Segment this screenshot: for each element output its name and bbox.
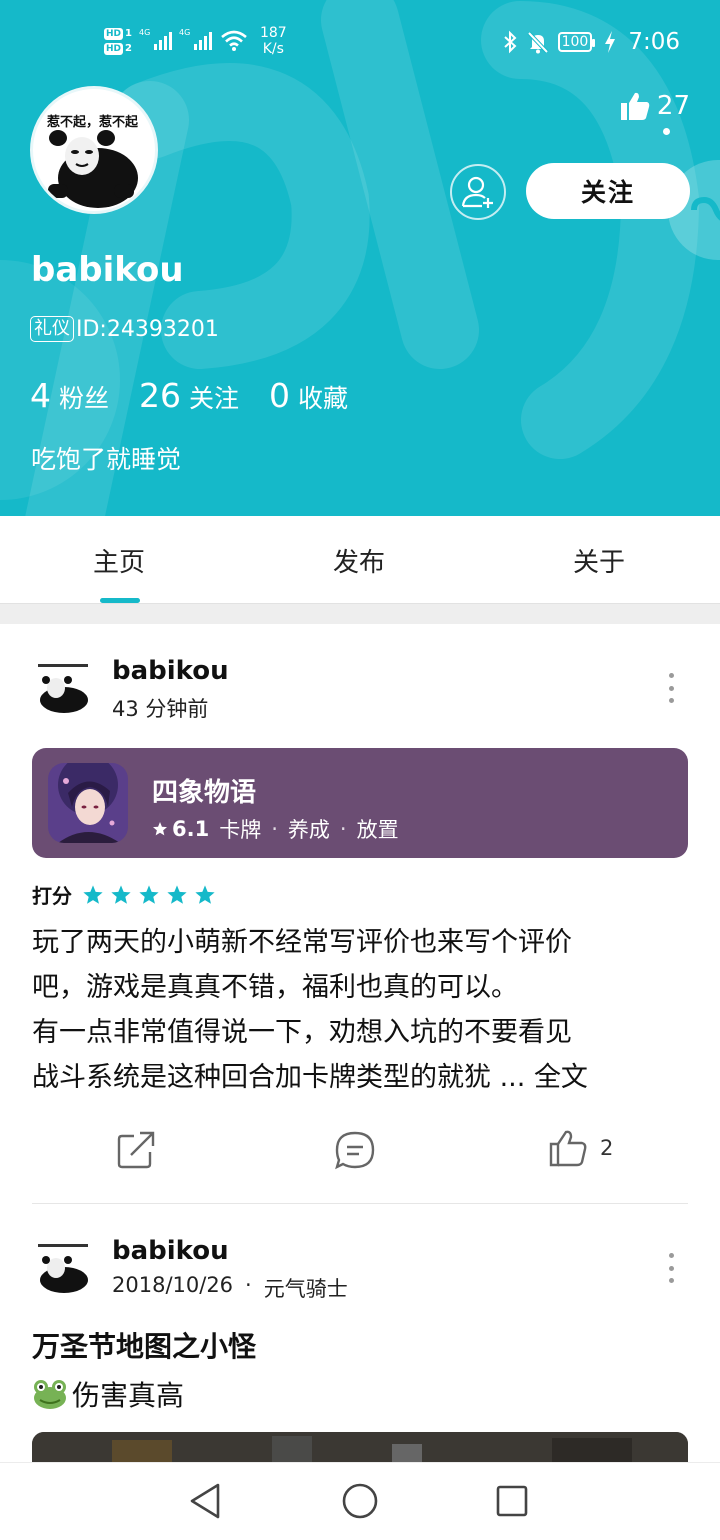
comment-button[interactable] — [334, 1130, 376, 1172]
game-score: 6.1 — [152, 817, 209, 841]
stat-following[interactable]: 26 关注 — [139, 376, 239, 415]
home-icon[interactable] — [338, 1479, 382, 1523]
like-indicator-dot — [663, 128, 670, 135]
rating-stars — [82, 884, 216, 906]
review-text[interactable]: 玩了两天的小萌新不经常写评价也来写个评价 吧，游戏是真真不错，福利也真的可以。 … — [32, 920, 692, 1100]
back-icon[interactable] — [184, 1479, 228, 1523]
tab-posts[interactable]: 发布 — [333, 542, 385, 579]
infinity-icon — [691, 196, 720, 221]
wifi-icon — [221, 30, 247, 51]
comment-icon — [335, 1131, 375, 1170]
game-tag: 养成 — [287, 818, 330, 842]
stat-fans[interactable]: 4 粉丝 — [30, 376, 109, 415]
sim2-hd-indicator: HD 2 — [104, 42, 132, 55]
star-icon — [83, 884, 103, 904]
recent-apps-icon[interactable] — [490, 1479, 534, 1523]
profile-username: babikou — [31, 250, 184, 290]
post-time: 43 分钟前 — [112, 697, 209, 721]
star-icon — [195, 884, 215, 904]
rating-label: 打分 — [32, 884, 72, 908]
game-tag: 卡牌 — [219, 818, 262, 842]
network-speed: 187 K/s — [259, 25, 287, 57]
clock: 7:06 — [628, 29, 680, 55]
post-actions: 2 — [0, 1124, 720, 1180]
profile-bio: 吃饱了就睡觉 — [31, 445, 182, 474]
more-options-icon[interactable] — [664, 1253, 678, 1283]
panda-meme-image — [48, 130, 138, 208]
star-icon — [167, 884, 187, 904]
bluetooth-icon — [503, 30, 517, 54]
like-button[interactable]: 2 — [548, 1128, 613, 1168]
share-icon — [117, 1131, 155, 1169]
post-title[interactable]: 万圣节地图之小怪 — [32, 1325, 256, 1365]
post-body[interactable]: 伤害真高 — [32, 1374, 184, 1414]
post-author-name[interactable]: babikou — [112, 1236, 229, 1266]
game-tag: 放置 — [356, 818, 399, 842]
star-icon — [139, 884, 159, 904]
full-text-link[interactable]: 全文 — [534, 1062, 588, 1093]
active-tab-indicator — [100, 598, 140, 603]
post-divider — [32, 1203, 688, 1204]
sim1-hd-indicator: HD 1 — [104, 27, 132, 40]
post-meta: 2018/10/26 · 元气骑士 — [112, 1273, 348, 1303]
thumbs-up-icon — [620, 92, 650, 120]
profile-like-count[interactable]: 27 — [619, 90, 690, 122]
signal-strength-2-icon: 4G — [179, 28, 212, 50]
game-title: 四象物语 — [152, 778, 257, 808]
post-date: 2018/10/26 — [112, 1273, 234, 1297]
charging-icon — [605, 31, 616, 53]
star-icon — [153, 822, 167, 836]
post-author-avatar[interactable] — [32, 660, 94, 714]
follow-button[interactable]: 关注 — [526, 163, 690, 219]
game-info: 6.1 卡牌 · 养成 · 放置 — [152, 814, 399, 844]
tab-about[interactable]: 关于 — [573, 542, 625, 579]
post-game-link[interactable]: 元气骑士 — [264, 1273, 348, 1303]
profile-avatar[interactable]: 惹不起，惹不起 — [30, 86, 158, 214]
post-author-avatar[interactable] — [32, 1240, 94, 1294]
profile-header: HD 1 HD 2 4G 4G 187 K/s 100 7:06 惹不起，惹不起… — [0, 0, 720, 516]
rating-row: 打分 — [32, 880, 216, 909]
post-author-name[interactable]: babikou — [112, 656, 229, 686]
profile-stats: 4 粉丝 26 关注 0 收藏 — [30, 376, 348, 415]
frog-emoji-icon — [34, 1380, 66, 1409]
thumbs-up-icon — [549, 1130, 587, 1167]
more-options-icon[interactable] — [664, 673, 678, 703]
profile-tabs: 主页 发布 关于 — [0, 516, 720, 604]
like-count: 2 — [600, 1136, 614, 1160]
signal-strength-1-icon: 4G — [139, 28, 172, 50]
add-friend-button[interactable] — [450, 164, 506, 220]
game-icon — [48, 763, 128, 843]
profile-id: ID:24393201 — [76, 316, 219, 342]
section-divider — [0, 604, 720, 624]
share-button[interactable] — [116, 1130, 156, 1170]
star-icon — [111, 884, 131, 904]
game-card[interactable]: 四象物语 6.1 卡牌 · 养成 · 放置 — [32, 748, 688, 858]
tab-home[interactable]: 主页 — [93, 542, 145, 579]
mute-bell-icon — [527, 31, 549, 54]
add-user-icon — [461, 176, 493, 208]
battery-indicator: 100 — [557, 32, 596, 52]
system-navigation-bar — [0, 1462, 720, 1540]
status-bar: HD 1 HD 2 4G 4G 187 K/s 100 7:06 — [0, 0, 720, 84]
etiquette-badge[interactable]: 礼仪 — [30, 316, 74, 342]
profile-id-row: 礼仪 ID:24393201 — [30, 316, 219, 342]
stat-favorites[interactable]: 0 收藏 — [269, 376, 348, 415]
